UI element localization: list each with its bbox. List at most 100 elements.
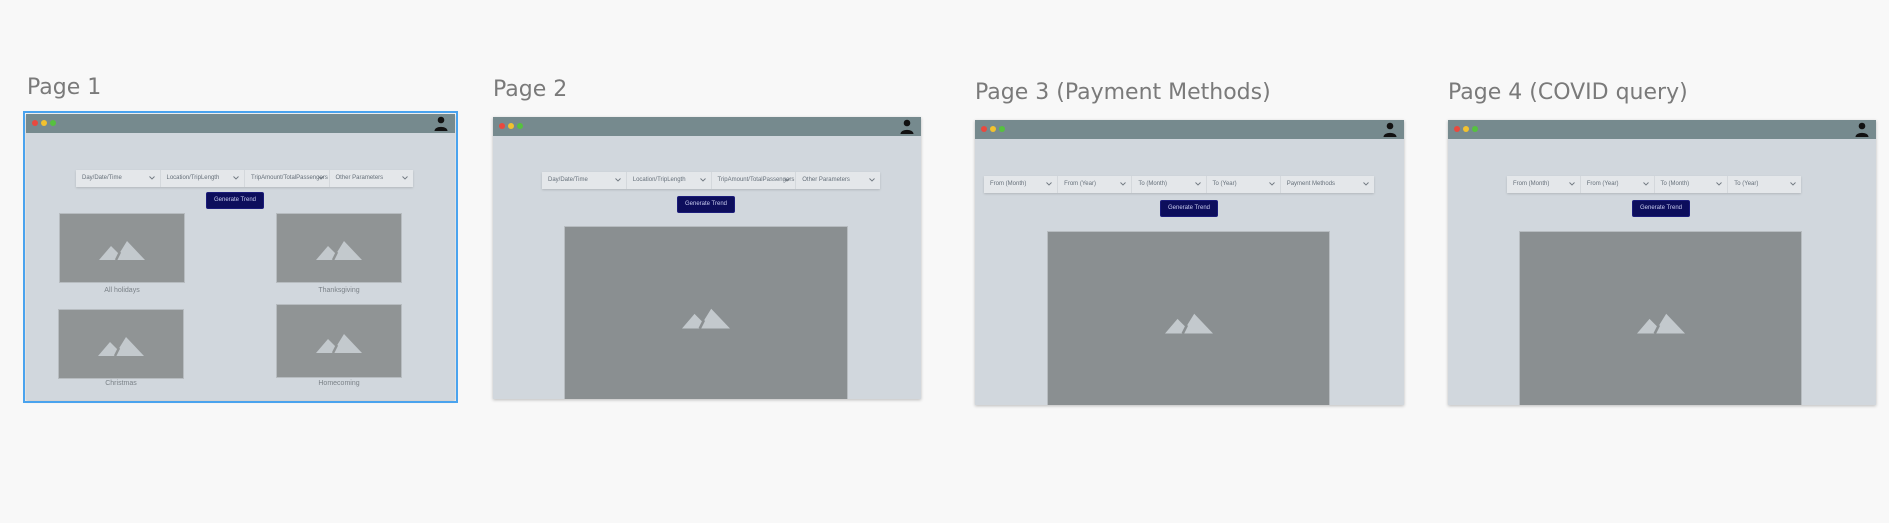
image-placeholder-icon: [682, 308, 730, 329]
close-dot-icon: [499, 123, 505, 129]
dropdown-tripamount-totalpassengers[interactable]: TripAmount/TotalPassengers: [712, 172, 797, 189]
image-placeholder-christmas: [58, 309, 184, 379]
minimize-dot-icon: [1463, 126, 1469, 132]
dropdown-label: Day/Date/Time: [82, 175, 122, 181]
chevron-down-icon: [1363, 182, 1369, 186]
page-2-title[interactable]: Page 2: [493, 77, 567, 102]
filter-bar: From (Month) From (Year) To (Month) To (…: [984, 176, 1374, 193]
caption-christmas: Christmas: [105, 380, 137, 387]
dropdown-payment-methods[interactable]: Payment Methods: [1281, 176, 1374, 193]
dropdown-other-parameters[interactable]: Other Parameters: [330, 170, 414, 187]
dropdown-label: From (Month): [1513, 181, 1550, 187]
image-placeholder-thanksgiving: [276, 213, 402, 283]
caption-all-holidays: All holidays: [104, 287, 140, 294]
dropdown-from-year[interactable]: From (Year): [1581, 176, 1655, 193]
chevron-down-icon: [317, 176, 324, 180]
dropdown-label: To (Month): [1660, 181, 1690, 187]
generate-trend-button[interactable]: Generate Trend: [1160, 200, 1218, 217]
dropdown-location-triplength[interactable]: Location/TripLength: [627, 172, 712, 189]
dropdown-from-month[interactable]: From (Month): [984, 176, 1059, 193]
chevron-down-icon: [699, 178, 706, 182]
chevron-down-icon: [233, 176, 239, 180]
page-1-title[interactable]: Page 1: [27, 75, 101, 100]
window-titlebar: [26, 114, 455, 133]
dropdown-day-date-time[interactable]: Day/Date/Time: [542, 172, 627, 189]
chevron-down-icon: [1568, 182, 1575, 186]
dropdown-label: TripAmount/TotalPassengers: [251, 175, 328, 181]
image-placeholder-icon: [1164, 313, 1213, 334]
maximize-dot-icon: [1472, 126, 1478, 132]
user-icon[interactable]: [899, 119, 915, 134]
window-titlebar: [975, 120, 1404, 139]
user-icon[interactable]: [433, 116, 449, 131]
chevron-down-icon: [1790, 182, 1796, 186]
dropdown-label: Location/TripLength: [632, 177, 686, 183]
page-4-frame[interactable]: From (Month) From (Year) To (Month) To (…: [1448, 120, 1876, 405]
minimize-dot-icon: [990, 126, 996, 132]
chevron-down-icon: [784, 178, 791, 182]
maximize-dot-icon: [517, 123, 523, 129]
dropdown-label: Day/Date/Time: [548, 177, 588, 183]
dropdown-label: Payment Methods: [1286, 181, 1336, 187]
dropdown-from-year[interactable]: From (Year): [1058, 176, 1133, 193]
dropdown-label: Other Parameters: [335, 175, 384, 181]
image-placeholder-trend: [564, 226, 848, 399]
page-3-title[interactable]: Page 3 (Payment Methods): [975, 80, 1271, 105]
image-placeholder-all-holidays: [59, 213, 185, 283]
dropdown-to-month[interactable]: To (Month): [1132, 176, 1207, 193]
dropdown-label: From (Year): [1586, 181, 1619, 187]
chevron-down-icon: [402, 176, 408, 180]
dropdown-label: From (Year): [1064, 181, 1096, 187]
caption-homecoming: Homecoming: [318, 380, 360, 387]
dropdown-to-year[interactable]: To (Year): [1207, 176, 1281, 193]
minimize-dot-icon: [41, 120, 47, 126]
image-placeholder-trend: [1519, 231, 1802, 405]
page-4-title[interactable]: Page 4 (COVID query): [1448, 80, 1688, 105]
close-dot-icon: [1454, 126, 1460, 132]
image-placeholder-icon: [98, 337, 144, 356]
dropdown-to-month[interactable]: To (Month): [1655, 176, 1729, 193]
dropdown-label: To (Year): [1212, 181, 1237, 187]
user-icon[interactable]: [1854, 122, 1870, 137]
page-3-frame[interactable]: From (Month) From (Year) To (Month) To (…: [975, 120, 1404, 405]
image-placeholder-trend: [1047, 231, 1330, 405]
dropdown-label: Other Parameters: [802, 177, 850, 183]
caption-thanksgiving: Thanksgiving: [318, 287, 360, 294]
maximize-dot-icon: [999, 126, 1005, 132]
dropdown-location-triplength[interactable]: Location/TripLength: [161, 170, 245, 187]
image-placeholder-icon: [1636, 313, 1685, 334]
maximize-dot-icon: [50, 120, 56, 126]
generate-trend-button[interactable]: Generate Trend: [206, 192, 264, 209]
dropdown-to-year[interactable]: To (Year): [1728, 176, 1801, 193]
image-placeholder-icon: [99, 241, 145, 260]
dropdown-label: To (Month): [1138, 181, 1168, 187]
close-dot-icon: [32, 120, 38, 126]
dropdown-other-parameters[interactable]: Other Parameters: [796, 172, 880, 189]
dropdown-tripamount-totalpassengers[interactable]: TripAmount/TotalPassengers: [245, 170, 330, 187]
chevron-down-icon: [1642, 182, 1649, 186]
filter-bar: Day/Date/Time Location/TripLength TripAm…: [76, 170, 413, 187]
dropdown-day-date-time[interactable]: Day/Date/Time: [76, 170, 161, 187]
image-placeholder-homecoming: [276, 304, 402, 378]
image-placeholder-icon: [316, 334, 362, 353]
filter-bar: Day/Date/Time Location/TripLength TripAm…: [542, 172, 880, 189]
dropdown-label: To (Year): [1734, 181, 1759, 187]
generate-trend-button[interactable]: Generate Trend: [677, 196, 735, 213]
window-titlebar: [1448, 120, 1876, 139]
dropdown-label: TripAmount/TotalPassengers: [717, 177, 795, 183]
chevron-down-icon: [869, 178, 875, 182]
page-2-frame[interactable]: Day/Date/Time Location/TripLength TripAm…: [493, 117, 921, 399]
chevron-down-icon: [1716, 182, 1723, 186]
dropdown-from-month[interactable]: From (Month): [1507, 176, 1581, 193]
generate-trend-button[interactable]: Generate Trend: [1632, 200, 1690, 217]
dropdown-label: From (Month): [990, 181, 1027, 187]
chevron-down-icon: [148, 176, 155, 180]
user-icon[interactable]: [1382, 122, 1398, 137]
filter-bar: From (Month) From (Year) To (Month) To (…: [1507, 176, 1801, 193]
window-titlebar: [493, 117, 921, 136]
chevron-down-icon: [614, 178, 621, 182]
close-dot-icon: [981, 126, 987, 132]
page-1-frame[interactable]: Day/Date/Time Location/TripLength TripAm…: [23, 111, 458, 403]
image-placeholder-icon: [316, 241, 362, 260]
chevron-down-icon: [1046, 182, 1052, 186]
